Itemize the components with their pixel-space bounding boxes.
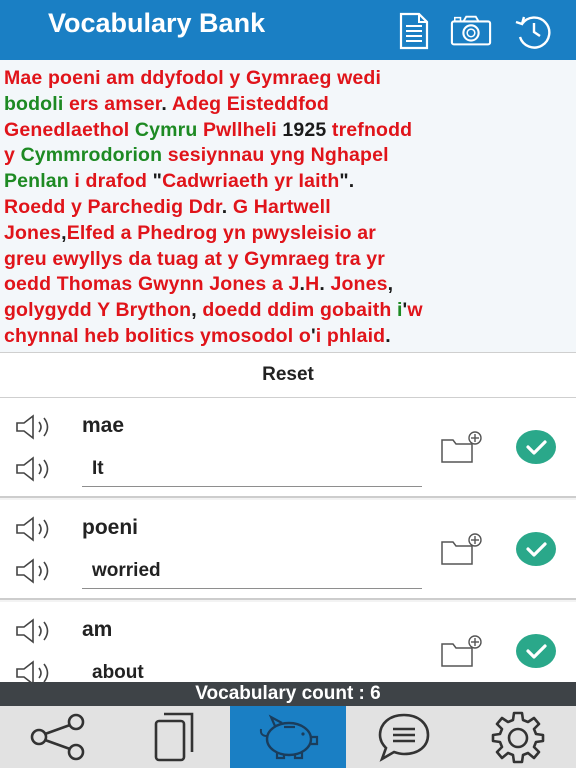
vocab-word: am xyxy=(82,618,113,641)
passage-word-span[interactable]: chynnal heb bolitics ymosodol o xyxy=(4,325,311,347)
checkmark-icon[interactable] xyxy=(516,634,556,668)
add-to-folder-icon[interactable] xyxy=(440,430,484,464)
passage-word-span[interactable]: Pwllheli xyxy=(203,119,282,141)
list-item: mae It xyxy=(0,398,576,498)
meaning-field[interactable]: about xyxy=(82,657,422,682)
passage-word-span[interactable]: . xyxy=(161,93,171,115)
add-to-folder-icon[interactable] xyxy=(440,532,484,566)
passage-word-span[interactable]: doedd ddim gobaith xyxy=(202,299,397,321)
passage-word-span[interactable]: ers amser xyxy=(69,93,161,115)
flashcards-icon xyxy=(154,712,194,762)
passage-word-span[interactable]: ". xyxy=(339,170,354,192)
passage-word-span[interactable]: i phlaid xyxy=(316,325,385,347)
passage-word-span[interactable]: trefnodd xyxy=(332,119,412,141)
passage-word-span[interactable]: Cymmrodorion xyxy=(21,144,168,166)
vocab-word: mae xyxy=(82,414,125,437)
passage-word-span[interactable]: sesiynnau yng Nghapel xyxy=(168,144,389,166)
passage-word-span[interactable]: Mae poeni am ddyfodol y Gymraeg wedi xyxy=(4,67,381,89)
chat-icon xyxy=(378,713,430,762)
speaker-icon[interactable] xyxy=(14,616,58,646)
checkmark-icon[interactable] xyxy=(516,430,556,464)
passage-line: Genedlaethol Cymru Pwllheli 1925 trefnod… xyxy=(4,118,572,144)
settings-icon xyxy=(491,711,545,764)
passage-line: Mae poeni am ddyfodol y Gymraeg wedi xyxy=(4,66,572,92)
passage-word-span[interactable]: Jones xyxy=(330,273,387,295)
passage-word-span[interactable]: oedd Thomas Gwynn Jones a J xyxy=(4,273,300,295)
tab-flashcards[interactable] xyxy=(116,706,232,768)
bottom-tab-bar xyxy=(0,706,576,768)
speaker-icon[interactable] xyxy=(14,556,58,586)
passage-word-span[interactable]: , xyxy=(388,273,394,295)
passage-line: bodoli ers amser. Adeg Eisteddfod xyxy=(4,92,572,118)
passage-word-span[interactable]: . xyxy=(319,273,330,295)
passage-word-span[interactable]: Elfed a Phedrog yn pwysleisio ar xyxy=(67,222,376,244)
passage-line: Penlan i drafod "Cadwriaeth yr Iaith". xyxy=(4,169,572,195)
speaker-icon[interactable] xyxy=(14,658,58,682)
tab-vocabulary-bank[interactable] xyxy=(230,706,346,768)
history-icon[interactable] xyxy=(512,10,554,52)
document-icon[interactable] xyxy=(392,10,434,52)
add-to-folder-icon[interactable] xyxy=(440,634,484,668)
passage-word-span[interactable]: 1925 xyxy=(282,119,332,141)
passage-line: Jones,Elfed a Phedrog yn pwysleisio ar xyxy=(4,221,572,247)
page-title: Vocabulary Bank xyxy=(48,8,266,38)
speaker-icon[interactable] xyxy=(14,454,58,484)
passage-word-span[interactable]: . xyxy=(222,196,233,218)
camera-icon[interactable] xyxy=(450,10,492,52)
speaker-icon[interactable] xyxy=(14,412,58,442)
passage-word-span[interactable]: w xyxy=(407,299,422,321)
passage-line: Roedd y Parchedig Ddr. G Hartwell xyxy=(4,195,572,221)
passage-word-span[interactable]: . xyxy=(385,325,391,347)
passage-word-span[interactable]: Roedd y Parchedig Ddr xyxy=(4,196,222,218)
meaning-field[interactable]: worried xyxy=(82,555,422,589)
reset-button[interactable]: Reset xyxy=(0,352,576,398)
tab-chat[interactable] xyxy=(346,706,462,768)
passage-word-span[interactable]: , xyxy=(191,299,202,321)
speaker-icon[interactable] xyxy=(14,514,58,544)
passage-word-span[interactable]: Cadwriaeth yr Iaith xyxy=(162,170,339,192)
passage-word-span[interactable]: greu ewyllys da tuag at y Gymraeg tra yr xyxy=(4,248,385,270)
passage-word-span[interactable]: golygydd Y Brython xyxy=(4,299,191,321)
passage-word-span[interactable]: G Hartwell xyxy=(233,196,331,218)
vocab-word: poeni xyxy=(82,516,138,539)
passage-word-span[interactable]: y xyxy=(4,144,21,166)
share-icon xyxy=(30,713,85,761)
passage-line: golygydd Y Brython, doedd ddim gobaith i… xyxy=(4,298,572,324)
passage-word-span[interactable]: Cymru xyxy=(135,119,203,141)
piggy-bank-icon xyxy=(259,714,319,760)
list-item: poeni worried xyxy=(0,500,576,600)
reading-passage[interactable]: Mae poeni am ddyfodol y Gymraeg wedi bodo… xyxy=(0,60,576,352)
passage-word-span[interactable]: " xyxy=(153,170,162,192)
passage-word-span[interactable]: i drafod xyxy=(74,170,152,192)
meaning-field[interactable]: It xyxy=(82,453,422,487)
passage-word-span[interactable]: Genedlaethol xyxy=(4,119,135,141)
passage-word-span[interactable]: Penlan xyxy=(4,170,74,192)
passage-line: oedd Thomas Gwynn Jones a J.H. Jones, xyxy=(4,272,572,298)
app-header: Vocabulary Bank xyxy=(0,0,576,60)
tab-settings[interactable] xyxy=(460,706,576,768)
passage-line: chynnal heb bolitics ymosodol o'i phlaid… xyxy=(4,324,572,350)
list-item: am about xyxy=(0,602,576,682)
passage-line: greu ewyllys da tuag at y Gymraeg tra yr xyxy=(4,247,572,273)
passage-word-span[interactable]: Jones xyxy=(4,222,61,244)
passage-word-span[interactable]: Adeg Eisteddfod xyxy=(172,93,329,115)
passage-line: y Cymmrodorion sesiynnau yng Nghapel xyxy=(4,143,572,169)
checkmark-icon[interactable] xyxy=(516,532,556,566)
vocabulary-count: Vocabulary count : 6 xyxy=(0,682,576,706)
passage-word-span[interactable]: bodoli xyxy=(4,93,69,115)
tab-share[interactable] xyxy=(0,706,116,768)
passage-word-span[interactable]: H xyxy=(305,273,319,295)
